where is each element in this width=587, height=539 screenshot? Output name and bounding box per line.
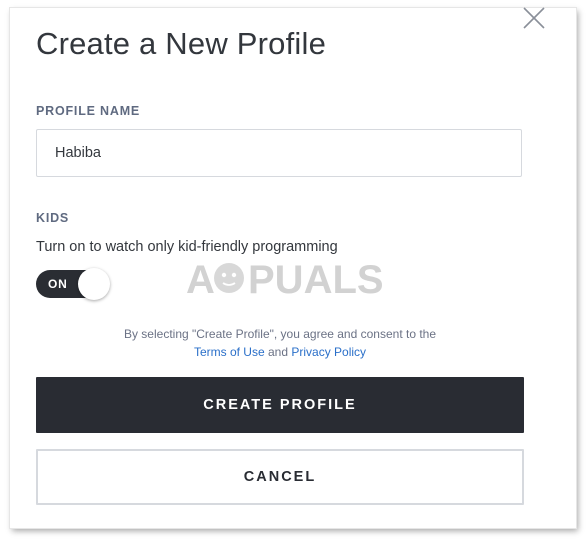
dialog-title: Create a New Profile [36,26,327,61]
watermark-logo: A PUALS [186,258,384,300]
svg-text:PUALS: PUALS [248,258,384,300]
consent-conjunction: and [267,345,289,359]
profile-name-input[interactable] [36,129,522,177]
consent-notice: By selecting "Create Profile", you agree… [10,325,550,361]
kids-label: KIDS [36,211,70,225]
create-profile-dialog: Create a New Profile PROFILE NAME KIDS T… [10,6,576,528]
kids-description: Turn on to watch only kid-friendly progr… [36,239,338,255]
svg-text:A: A [186,258,215,300]
create-profile-button[interactable]: CREATE PROFILE [36,377,524,433]
toggle-state-label: ON [48,277,68,291]
profile-name-label: PROFILE NAME [36,104,141,118]
consent-text: By selecting "Create Profile", you agree… [123,327,437,341]
privacy-policy-link[interactable]: Privacy Policy [291,345,366,359]
cancel-button[interactable]: CANCEL [36,449,524,505]
close-icon[interactable] [522,6,546,30]
terms-of-use-link[interactable]: Terms of Use [194,345,265,359]
kids-toggle[interactable]: ON [36,268,110,300]
toggle-knob[interactable] [78,268,110,300]
